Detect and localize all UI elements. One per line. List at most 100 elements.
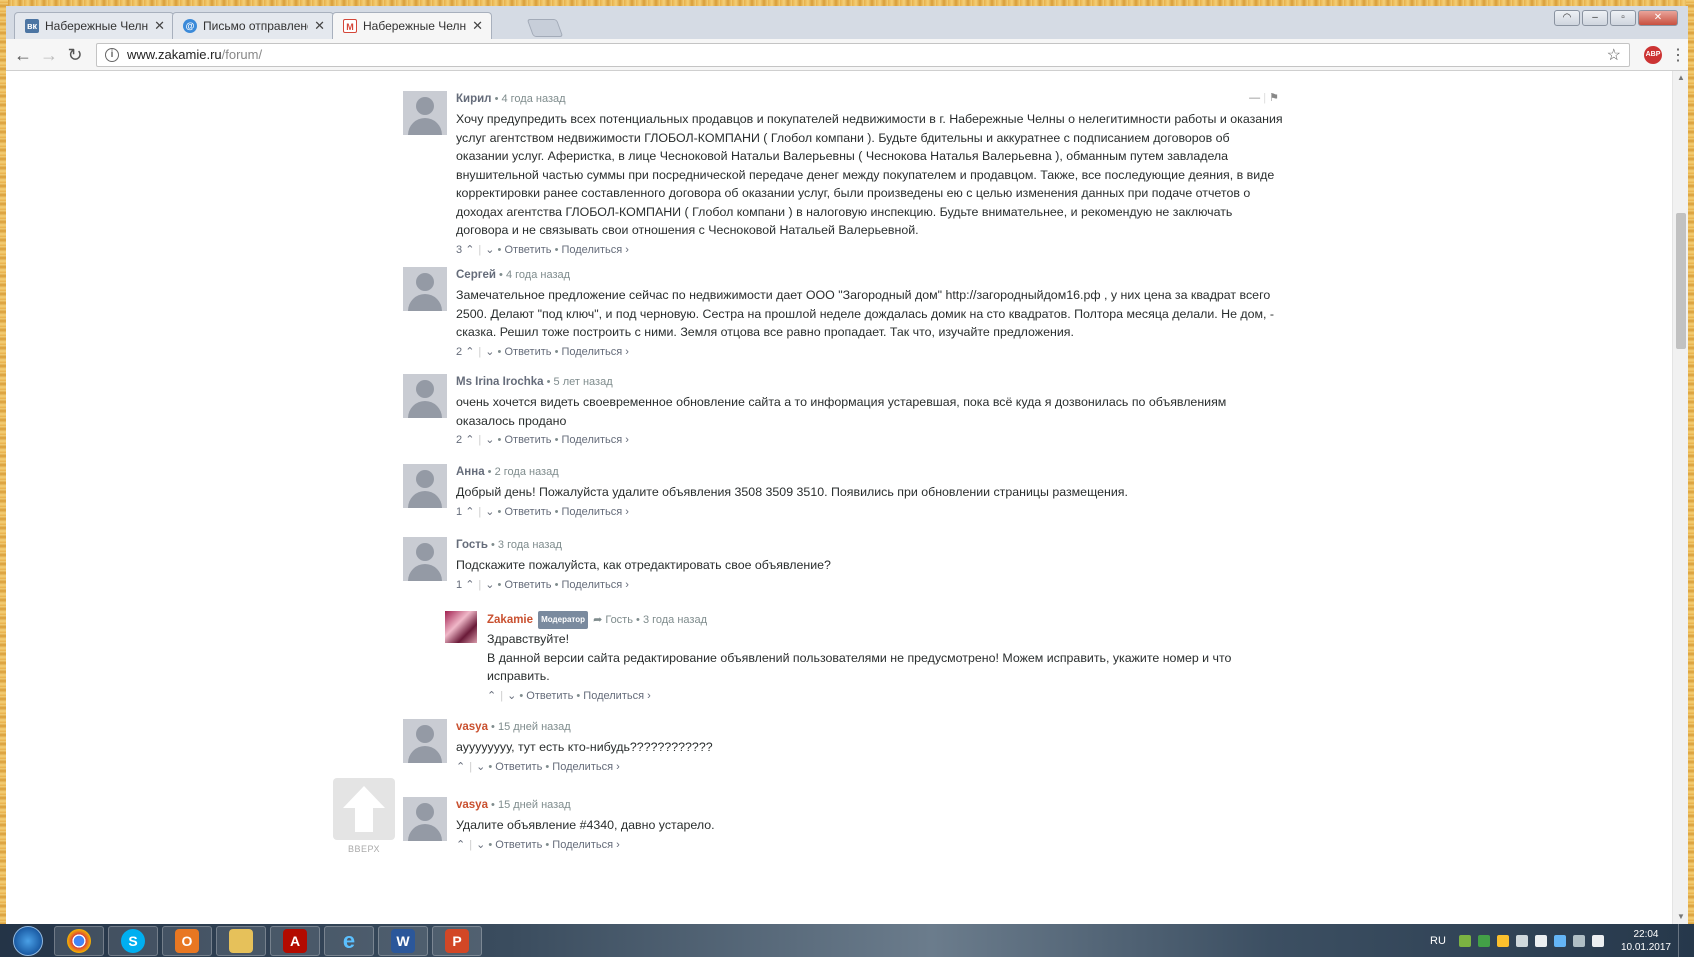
reply-to-author[interactable]: Гость	[605, 614, 633, 626]
share-link[interactable]: Поделиться ›	[561, 244, 628, 256]
share-link[interactable]: Поделиться ›	[583, 690, 650, 702]
upvote-icon[interactable]: ⌃	[465, 579, 474, 591]
comment-time[interactable]: 2 года назад	[495, 466, 559, 478]
tab-3-active[interactable]: M Набережные Челны. Ф ✕	[332, 12, 492, 39]
downvote-icon[interactable]: ⌄	[476, 839, 485, 851]
downvote-icon[interactable]: ⌄	[485, 579, 494, 591]
close-icon[interactable]: ✕	[154, 18, 165, 34]
reply-link[interactable]: Ответить	[504, 244, 551, 256]
comment-time[interactable]: 4 года назад	[506, 269, 570, 281]
comment-time[interactable]: 15 дней назад	[498, 721, 571, 733]
flag-icon[interactable]: ⚑	[1269, 92, 1279, 104]
reply-link[interactable]: Ответить	[504, 434, 551, 446]
address-bar[interactable]: i www.zakamie.ru /forum/ ☆	[96, 42, 1630, 67]
tab-2[interactable]: @ Письмо отправлено - П ✕	[172, 12, 334, 39]
comment-time[interactable]: 4 года назад	[501, 93, 565, 105]
upvote-icon[interactable]: ⌃	[465, 244, 474, 256]
close-icon[interactable]: ✕	[472, 18, 483, 34]
scrollbar-thumb[interactable]	[1676, 213, 1686, 349]
avatar[interactable]	[403, 91, 447, 135]
scroll-to-top-button[interactable]	[333, 778, 395, 840]
comment-author[interactable]: Ms Irina Irochka	[456, 376, 544, 388]
close-icon[interactable]: ✕	[314, 18, 325, 34]
comment-author[interactable]: vasya	[456, 799, 488, 811]
reply-link[interactable]: Ответить	[495, 839, 542, 851]
comment-author[interactable]: Анна	[456, 466, 485, 478]
downvote-icon[interactable]: ⌄	[485, 346, 494, 358]
taskbar-chrome[interactable]	[54, 925, 104, 956]
comment-time[interactable]: 5 лет назад	[554, 376, 613, 388]
taskbar-word[interactable]: W	[378, 925, 428, 956]
avatar[interactable]	[403, 719, 447, 763]
reply-link[interactable]: Ответить	[504, 346, 551, 358]
comment-author[interactable]: Сергей	[456, 269, 496, 281]
comment-author[interactable]: Гость	[456, 539, 488, 551]
tray-icon-2[interactable]	[1477, 934, 1490, 947]
start-button[interactable]	[6, 924, 50, 957]
taskbar-acrobat[interactable]: A	[270, 925, 320, 956]
share-link[interactable]: Поделиться ›	[561, 434, 628, 446]
share-link[interactable]: Поделиться ›	[561, 579, 628, 591]
tab-1[interactable]: вк Набережные Челны -Н ✕	[14, 12, 174, 39]
moderator-avatar[interactable]	[445, 611, 477, 643]
language-indicator[interactable]: RU	[1430, 935, 1446, 947]
downvote-icon[interactable]: ⌄	[507, 690, 516, 702]
share-link[interactable]: Поделиться ›	[561, 346, 628, 358]
share-link[interactable]: Поделиться ›	[552, 839, 619, 851]
comment-author[interactable]: vasya	[456, 721, 488, 733]
taskbar-explorer[interactable]	[216, 925, 266, 956]
maximize-button[interactable]: ▫	[1610, 10, 1636, 26]
vertical-scrollbar[interactable]: ▲ ▼	[1672, 71, 1688, 924]
network-icon[interactable]	[1572, 934, 1585, 947]
downvote-icon[interactable]: ⌄	[485, 506, 494, 518]
back-arrow-icon[interactable]: ←	[12, 44, 34, 66]
avatar[interactable]	[403, 537, 447, 581]
comment-time[interactable]: 3 года назад	[643, 614, 707, 626]
scroll-up-arrow-icon[interactable]: ▲	[1673, 71, 1688, 85]
upvote-icon[interactable]: ⌃	[465, 434, 474, 446]
adblock-extension-icon[interactable]: ABP	[1644, 45, 1662, 64]
upvote-icon[interactable]: ⌃	[465, 346, 474, 358]
bookmark-star-icon[interactable]: ☆	[1607, 45, 1621, 65]
comment-author[interactable]: Кирил	[456, 93, 492, 105]
volume-icon[interactable]	[1591, 934, 1604, 947]
printer-icon[interactable]	[1515, 934, 1528, 947]
reply-link[interactable]: Ответить	[526, 690, 573, 702]
show-desktop-button[interactable]	[1678, 924, 1686, 957]
comment-time[interactable]: 15 дней назад	[498, 799, 571, 811]
comment-author[interactable]: Zakamie	[487, 614, 533, 626]
upvote-icon[interactable]: ⌃	[456, 839, 465, 851]
tray-icon-5[interactable]	[1534, 934, 1547, 947]
downvote-icon[interactable]: ⌄	[485, 244, 494, 256]
reply-link[interactable]: Ответить	[504, 579, 551, 591]
avatar[interactable]	[403, 267, 447, 311]
avatar[interactable]	[403, 797, 447, 841]
upvote-icon[interactable]: ⌃	[456, 761, 465, 773]
share-link[interactable]: Поделиться ›	[552, 761, 619, 773]
scroll-down-arrow-icon[interactable]: ▼	[1673, 910, 1688, 924]
info-icon[interactable]: i	[105, 47, 119, 62]
reload-icon[interactable]: ↻	[64, 44, 86, 66]
taskbar-outlook[interactable]: O	[162, 925, 212, 956]
close-window-button[interactable]: ✕	[1638, 10, 1678, 26]
downvote-icon[interactable]: ⌄	[476, 761, 485, 773]
reply-link[interactable]: Ответить	[504, 506, 551, 518]
taskbar-powerpoint[interactable]: P	[432, 925, 482, 956]
taskbar-skype[interactable]: S	[108, 925, 158, 956]
user-icon[interactable]: ◠	[1554, 10, 1580, 26]
comment-time[interactable]: 3 года назад	[498, 539, 562, 551]
avatar[interactable]	[403, 374, 447, 418]
share-link[interactable]: Поделиться ›	[561, 506, 628, 518]
upvote-icon[interactable]: ⌃	[487, 690, 496, 702]
tray-icon-3[interactable]	[1496, 934, 1509, 947]
forward-arrow-icon[interactable]: →	[38, 44, 60, 66]
upvote-icon[interactable]: ⌃	[465, 506, 474, 518]
tray-icon-6[interactable]	[1553, 934, 1566, 947]
clock[interactable]: 22:04 10.01.2017	[1621, 928, 1671, 954]
menu-icon[interactable]: ⋮	[1670, 45, 1686, 65]
minimize-button[interactable]: –	[1582, 10, 1608, 26]
collapse-icon[interactable]: —	[1249, 92, 1260, 104]
avatar[interactable]	[403, 464, 447, 508]
reply-link[interactable]: Ответить	[495, 761, 542, 773]
downvote-icon[interactable]: ⌄	[485, 434, 494, 446]
